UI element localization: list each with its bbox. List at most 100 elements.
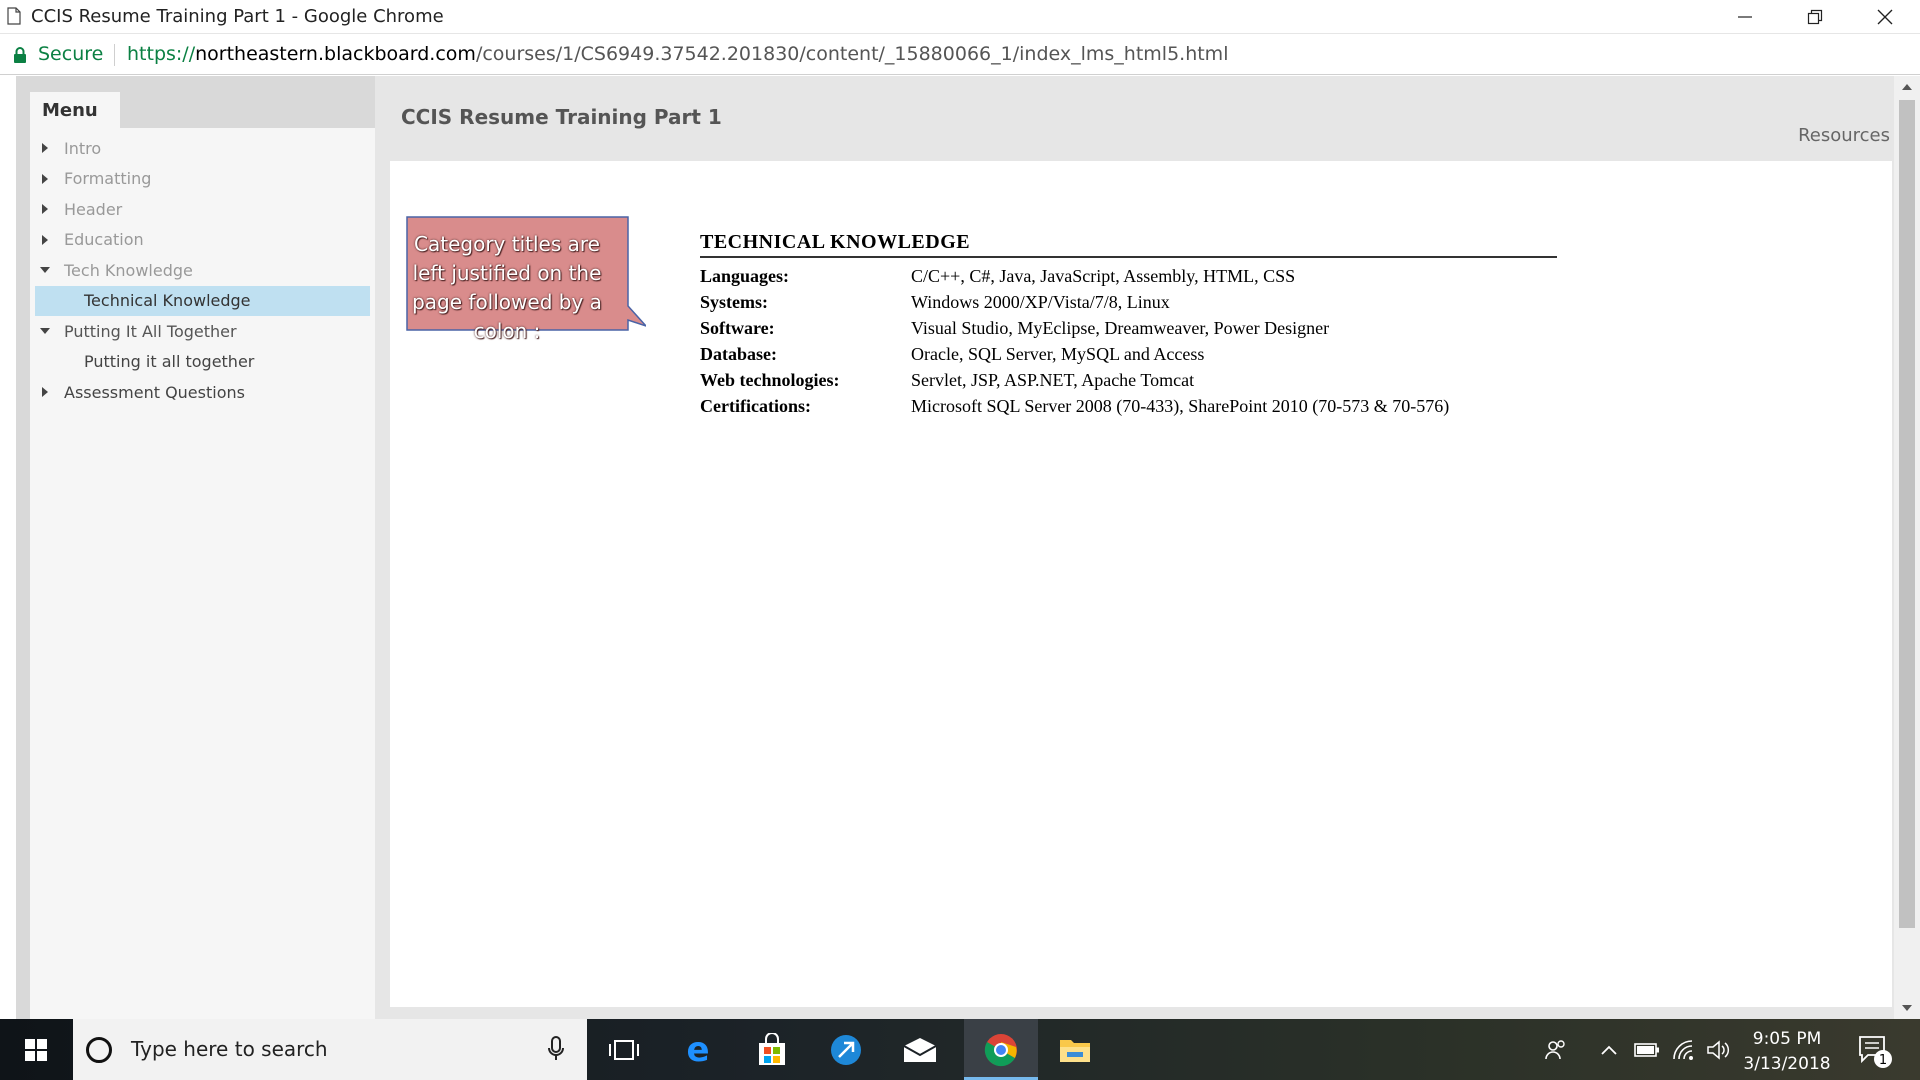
menu-item-label: Education: [64, 230, 144, 250]
menu-item-label: Putting It All Together: [64, 321, 237, 341]
menu-item-label: Technical Knowledge: [84, 291, 251, 311]
page-area: Menu Intro Formatting Header Education T…: [0, 76, 1920, 1019]
tray-wifi[interactable]: [1668, 1019, 1702, 1080]
taskbar-edge[interactable]: e: [661, 1019, 735, 1080]
clock-date: 3/13/2018: [1743, 1054, 1831, 1074]
content-header: CCIS Resume Training Part 1 Resources: [376, 76, 1890, 161]
taskbar-clock[interactable]: 9:05 PM 3/13/2018: [1732, 1027, 1842, 1077]
folder-icon: [1060, 1039, 1090, 1062]
chevron-up-icon: [1601, 1045, 1617, 1055]
menu-item-technical-knowledge[interactable]: Technical Knowledge: [35, 285, 370, 316]
scroll-up-icon[interactable]: [1902, 84, 1912, 90]
expand-arrow-icon: [42, 234, 48, 245]
window-title: CCIS Resume Training Part 1 - Google Chr…: [31, 6, 444, 27]
tray-battery[interactable]: [1630, 1019, 1664, 1080]
window-titlebar: CCIS Resume Training Part 1 - Google Chr…: [0, 0, 1920, 34]
menu-item-label: Formatting: [64, 169, 152, 189]
resume-key: Systems:: [700, 292, 768, 312]
resume-key: Languages:: [700, 266, 790, 286]
cortana-icon: [86, 1037, 112, 1063]
resume-row: Languages: C/C++, C#, Java, JavaScript, …: [700, 264, 1600, 290]
menu-item-header[interactable]: Header: [30, 194, 375, 225]
taskbar-mail[interactable]: [883, 1019, 957, 1080]
expand-arrow-icon: [42, 387, 48, 398]
resume-row: Database: Oracle, SQL Server, MySQL and …: [700, 342, 1600, 368]
microphone-icon[interactable]: [546, 1035, 566, 1063]
sidebar: Menu Intro Formatting Header Education T…: [16, 76, 375, 1019]
callout: Category titles are left justified on th…: [406, 216, 646, 343]
resume-row: Web technologies: Servlet, JSP, ASP.NET,…: [700, 368, 1600, 394]
taskbar-file-explorer[interactable]: [1038, 1019, 1112, 1080]
menu-item-putting-it-all-together-sub[interactable]: Putting it all together: [30, 347, 375, 378]
taskbar-chrome[interactable]: [964, 1019, 1038, 1080]
restore-icon: [1807, 9, 1823, 25]
resume-value: Oracle, SQL Server, MySQL and Access: [911, 344, 1205, 364]
address-separator: [114, 44, 115, 66]
taskbar-link-app[interactable]: [809, 1019, 883, 1080]
tray-volume[interactable]: [1702, 1019, 1736, 1080]
minimize-button[interactable]: [1710, 0, 1780, 34]
resume-value: C/C++, C#, Java, JavaScript, Assembly, H…: [911, 266, 1296, 286]
expand-arrow-icon: [42, 204, 48, 215]
taskbar-search[interactable]: Type here to search: [73, 1019, 587, 1080]
url-path: /courses/1/CS6949.37542.201830/content/_…: [475, 43, 1229, 65]
url-scheme: https://: [127, 43, 196, 65]
url-host: northeastern.blackboard.com: [195, 43, 476, 65]
page-scrollbar[interactable]: [1894, 76, 1920, 1019]
link-app-icon: [831, 1034, 861, 1065]
restore-button[interactable]: [1780, 0, 1850, 34]
resume-section: TECHNICAL KNOWLEDGE Languages: C/C++, C#…: [700, 231, 1600, 420]
resume-value: Windows 2000/XP/Vista/7/8, Linux: [911, 292, 1170, 312]
secure-label[interactable]: Secure: [38, 43, 103, 65]
resume-value: Microsoft SQL Server 2008 (70-433), Shar…: [911, 396, 1450, 416]
task-view-button[interactable]: [587, 1019, 661, 1080]
taskbar-store[interactable]: [735, 1019, 809, 1080]
url-text[interactable]: https://northeastern.blackboard.com/cour…: [127, 43, 1228, 65]
battery-icon: [1634, 1042, 1659, 1057]
minimize-icon: [1738, 16, 1752, 18]
mail-icon: [903, 1037, 937, 1062]
tray-show-hidden[interactable]: [1594, 1019, 1624, 1080]
menu-list: Intro Formatting Header Education Tech K…: [30, 128, 375, 1019]
edge-icon: e: [686, 1034, 709, 1066]
menu-item-assessment-questions[interactable]: Assessment Questions: [30, 377, 375, 408]
resume-value: Servlet, JSP, ASP.NET, Apache Tomcat: [911, 370, 1195, 390]
tray-people[interactable]: [1538, 1019, 1574, 1080]
resume-value: Visual Studio, MyEclipse, Dreamweaver, P…: [911, 318, 1330, 338]
expand-arrow-icon: [42, 143, 48, 154]
resume-key: Database:: [700, 344, 777, 364]
menu-item-label: Intro: [64, 138, 102, 158]
menu-item-education[interactable]: Education: [30, 225, 375, 256]
menu-item-label: Putting it all together: [84, 352, 255, 372]
document-icon: [7, 7, 21, 25]
close-button[interactable]: [1850, 0, 1920, 34]
scroll-down-icon[interactable]: [1902, 1005, 1912, 1011]
expand-arrow-icon: [42, 173, 48, 184]
menu-item-label: Header: [64, 199, 123, 219]
resume-row: Certifications: Microsoft SQL Server 200…: [700, 394, 1600, 420]
address-bar[interactable]: Secure https://northeastern.blackboard.c…: [0, 35, 1920, 75]
menu-item-tech-knowledge[interactable]: Tech Knowledge: [30, 255, 375, 286]
menu-item-formatting[interactable]: Formatting: [30, 164, 375, 195]
resume-key: Software:: [700, 318, 775, 338]
slide: Category titles are left justified on th…: [390, 161, 1892, 1007]
chrome-icon: [984, 1033, 1017, 1066]
start-button[interactable]: [0, 1019, 72, 1080]
course-title: CCIS Resume Training Part 1: [401, 105, 722, 129]
search-placeholder: Type here to search: [131, 1037, 328, 1061]
scroll-thumb[interactable]: [1899, 100, 1915, 928]
taskbar: Type here to search e 9:05 PM 3/13/2018 …: [0, 1019, 1920, 1080]
notification-icon: 1: [1859, 1036, 1892, 1068]
menu-item-intro[interactable]: Intro: [30, 133, 375, 164]
windows-logo-icon: [25, 1038, 47, 1061]
menu-tab[interactable]: Menu: [30, 92, 120, 128]
menu-item-putting-it-all-together[interactable]: Putting It All Together: [30, 316, 375, 347]
resume-row: Software: Visual Studio, MyEclipse, Drea…: [700, 316, 1600, 342]
volume-icon: [1707, 1039, 1730, 1060]
resources-link[interactable]: Resources: [1798, 125, 1890, 146]
resume-key: Certifications:: [700, 396, 811, 416]
clock-time: 9:05 PM: [1752, 1029, 1822, 1049]
action-center-button[interactable]: 1: [1856, 1031, 1896, 1075]
people-icon: [1545, 1039, 1565, 1059]
collapse-arrow-icon: [40, 328, 50, 335]
